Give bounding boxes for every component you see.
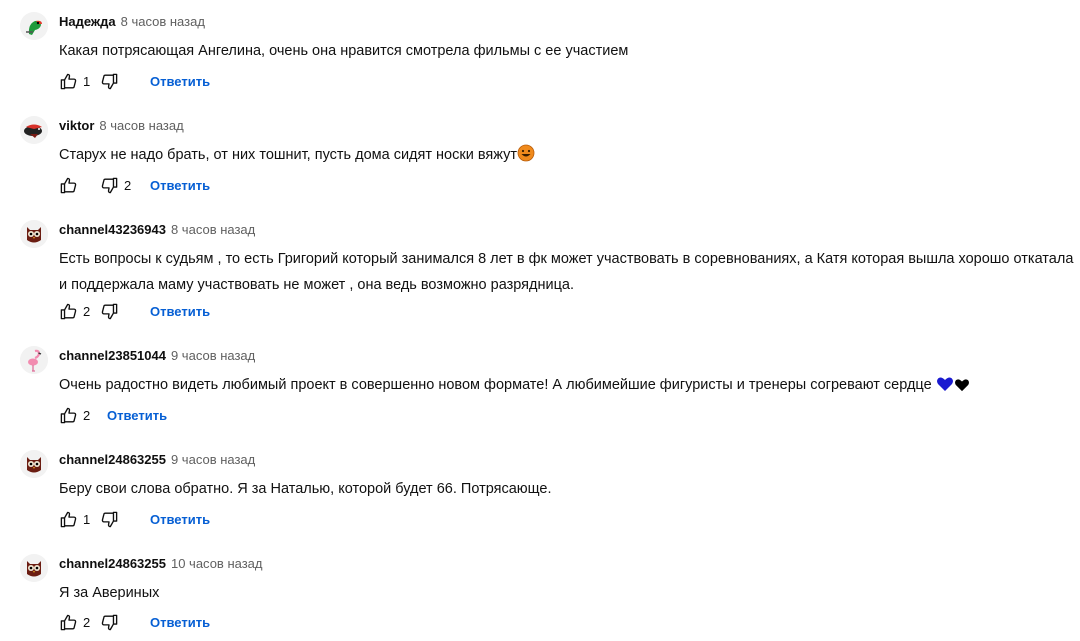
like-button[interactable]: 1: [59, 72, 91, 91]
comment: channel43236943 8 часов назад Есть вопрос…: [0, 220, 1080, 338]
like-count: 2: [83, 407, 91, 423]
thumbs-up-icon: [60, 407, 77, 423]
reply-button[interactable]: Ответить: [150, 512, 210, 527]
comment: channel24863255 10 часов назад Я за Авери…: [0, 554, 1080, 641]
parrot-avatar-icon: [20, 12, 48, 40]
comment: channel24863255 9 часов назад Беру свои с…: [0, 450, 1080, 542]
reply-button[interactable]: Ответить: [150, 74, 210, 89]
comment-text: Я за Авериных: [59, 585, 160, 601]
comment-actions: 1 Ответить: [59, 508, 210, 530]
comment-header: channel24863255 9 часов назад: [59, 452, 255, 468]
comment: channel23851044 9 часов назад Очень радос…: [0, 346, 1080, 438]
owl-avatar-icon: [20, 220, 48, 248]
owl-avatar-icon: [20, 554, 48, 582]
reply-button[interactable]: Ответить: [150, 304, 210, 319]
timestamp[interactable]: 9 часов назад: [171, 348, 255, 363]
comment-header: viktor 8 часов назад: [59, 118, 184, 134]
thumbs-up-icon: [60, 73, 77, 89]
dislike-count: 2: [124, 177, 132, 193]
thumbs-up-icon: [60, 614, 77, 630]
like-count: 1: [83, 511, 91, 527]
comment-text: Какая потрясающая Ангелина, очень она нр…: [59, 43, 629, 59]
timestamp[interactable]: 8 часов назад: [171, 222, 255, 237]
comment-text: Есть вопросы к судьям , то есть Григорий…: [59, 251, 1074, 293]
blue-heart-icon: [936, 375, 954, 401]
dislike-button[interactable]: [100, 302, 134, 321]
comment-actions: 2 Ответить: [59, 174, 210, 196]
thumbs-down-icon: [101, 303, 118, 319]
like-button[interactable]: 2: [59, 613, 91, 632]
comment-header: Надежда 8 часов назад: [59, 14, 205, 30]
dislike-button[interactable]: [100, 613, 134, 632]
like-button[interactable]: 2: [59, 406, 91, 425]
comment-text: Старух не надо брать, от них тошнит, пус…: [59, 142, 1074, 171]
like-count: 1: [83, 73, 91, 89]
avatar[interactable]: [20, 554, 48, 582]
thumbs-down-icon: [101, 511, 118, 527]
thumbs-down-icon: [101, 73, 118, 89]
comment-list: Надежда 8 часов назад Какая потрясающая А…: [0, 0, 1080, 641]
reply-button[interactable]: Ответить: [150, 178, 210, 193]
comment-actions: 2 Ответить: [59, 404, 167, 426]
flamingo-avatar-icon: [20, 346, 48, 374]
reply-button[interactable]: Ответить: [150, 615, 210, 630]
author-name[interactable]: channel24863255: [59, 452, 166, 467]
comment-text: Беру свои слова обратно. Я за Наталью, к…: [59, 481, 552, 497]
comment-actions: 2 Ответить: [59, 611, 210, 633]
comment-text-content: Старух не надо брать, от них тошнит, пус…: [59, 147, 517, 163]
dislike-button[interactable]: [100, 510, 134, 529]
author-name[interactable]: viktor: [59, 118, 94, 133]
thumbs-up-icon: [60, 511, 77, 527]
thumbs-down-icon: [101, 177, 118, 193]
comment-text: Очень радостно видеть любимый проект в с…: [59, 372, 1074, 401]
timestamp[interactable]: 8 часов назад: [121, 14, 205, 29]
comment: viktor 8 часов назад Старух не надо брать…: [0, 116, 1080, 208]
author-name[interactable]: Надежда: [59, 14, 116, 29]
like-button[interactable]: 2: [59, 302, 91, 321]
like-button[interactable]: 1: [59, 510, 91, 529]
comment-header: channel43236943 8 часов назад: [59, 222, 255, 238]
comment-header: channel23851044 9 часов назад: [59, 348, 255, 364]
comment-actions: 2 Ответить: [59, 300, 210, 322]
reply-button[interactable]: Ответить: [107, 408, 167, 423]
avatar[interactable]: [20, 450, 48, 478]
like-button[interactable]: [59, 176, 91, 195]
author-name[interactable]: channel23851044: [59, 348, 166, 363]
thumbs-up-icon: [60, 177, 77, 193]
like-count: 2: [83, 303, 91, 319]
black-heart-icon: [954, 375, 970, 401]
thumbs-down-icon: [101, 614, 118, 630]
comment-actions: 1 Ответить: [59, 70, 210, 92]
author-name[interactable]: channel24863255: [59, 556, 166, 571]
timestamp[interactable]: 10 часов назад: [171, 556, 263, 571]
dislike-button[interactable]: [100, 72, 134, 91]
avatar[interactable]: [20, 116, 48, 144]
avatar[interactable]: [20, 220, 48, 248]
avatar[interactable]: [20, 12, 48, 40]
grinning-emoji-icon: [517, 144, 535, 171]
thumbs-up-icon: [60, 303, 77, 319]
timestamp[interactable]: 9 часов назад: [171, 452, 255, 467]
timestamp[interactable]: 8 часов назад: [99, 118, 183, 133]
like-count: 2: [83, 614, 91, 630]
comment-text-content: Очень радостно видеть любимый проект в с…: [59, 377, 932, 393]
bird-avatar-icon: [20, 116, 48, 144]
comment-header: channel24863255 10 часов назад: [59, 556, 262, 572]
comment: Надежда 8 часов назад Какая потрясающая А…: [0, 12, 1080, 104]
avatar[interactable]: [20, 346, 48, 374]
author-name[interactable]: channel43236943: [59, 222, 166, 237]
owl-avatar-icon: [20, 450, 48, 478]
dislike-button[interactable]: 2: [100, 176, 134, 195]
